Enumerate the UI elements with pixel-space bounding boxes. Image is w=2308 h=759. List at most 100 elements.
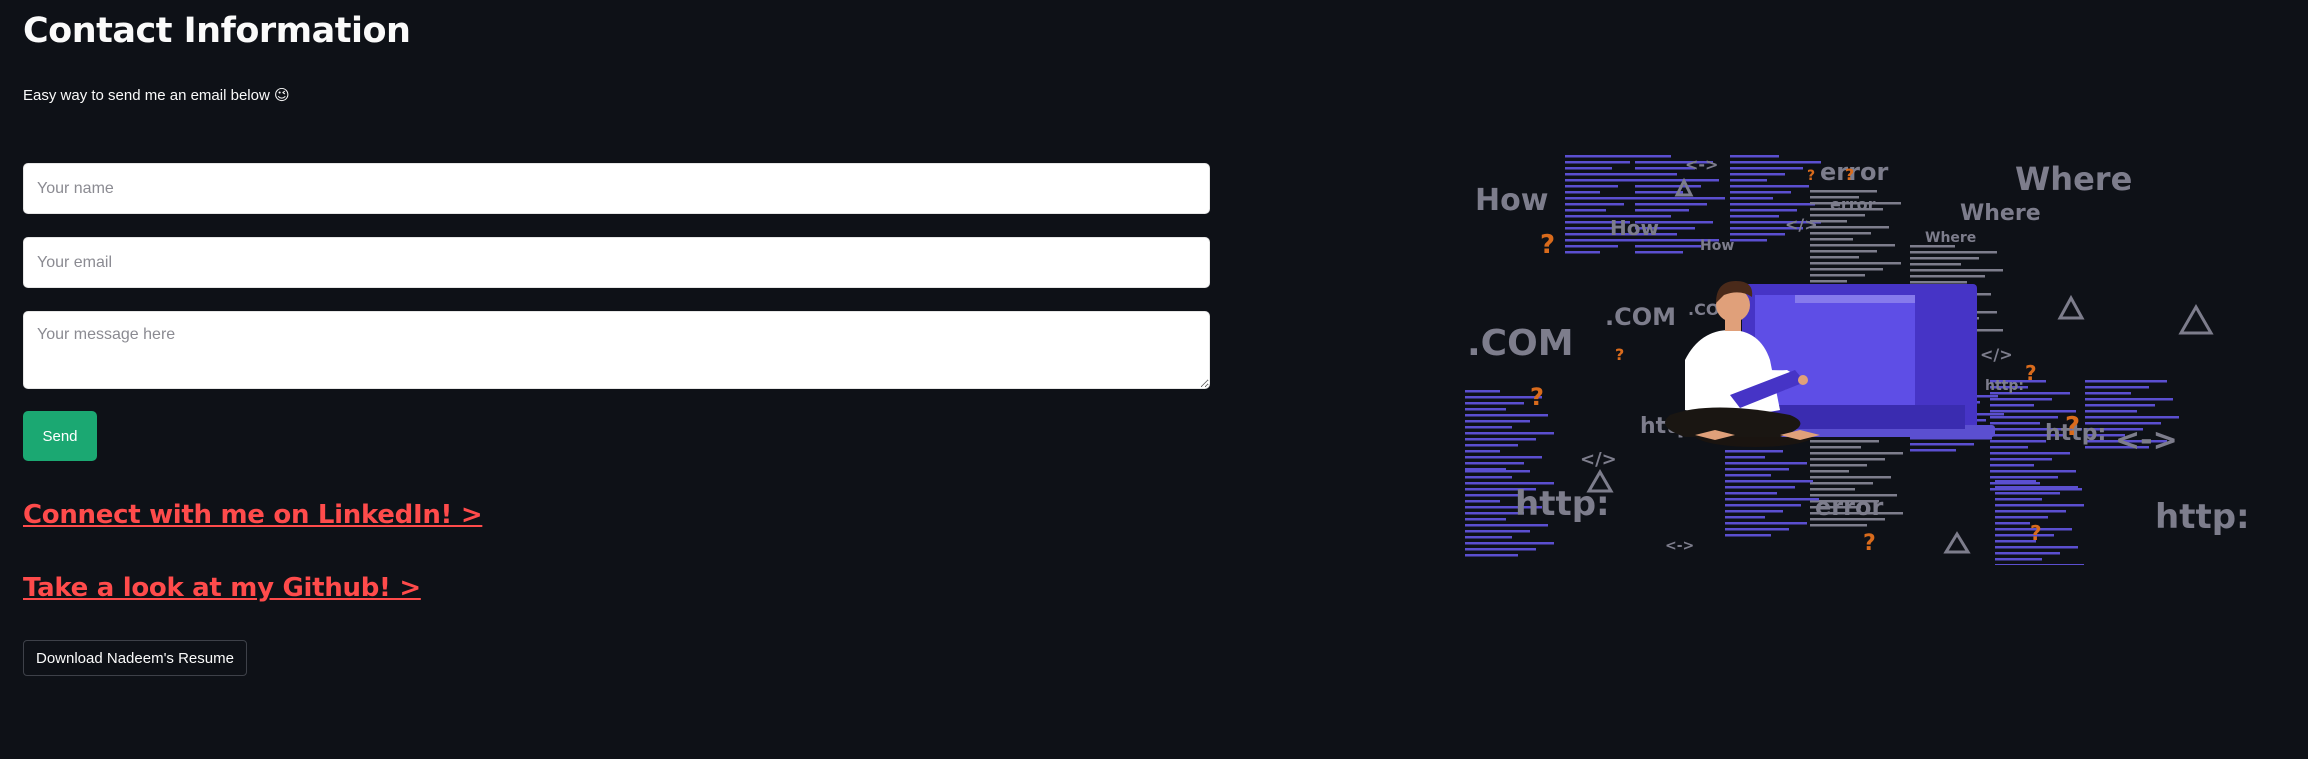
- code-line: [1990, 416, 2058, 419]
- code-line: [1995, 498, 2042, 501]
- code-line: [1635, 209, 1689, 212]
- code-line: [1910, 263, 1961, 266]
- code-line: [1995, 516, 2048, 519]
- illustration-word: .COM: [1467, 323, 1574, 364]
- code-line: [1725, 498, 1819, 501]
- code-line: [1990, 422, 2040, 425]
- code-line: [1810, 452, 1903, 455]
- download-resume-button[interactable]: Download Nadeem's Resume: [23, 640, 247, 676]
- code-line: [1725, 534, 1771, 537]
- message-textarea[interactable]: [23, 311, 1210, 389]
- code-line: [1725, 510, 1783, 513]
- illustration-word: ?: [1807, 168, 1815, 184]
- code-line: [1730, 173, 1785, 176]
- code-line: [1810, 250, 1877, 253]
- code-line: [1565, 185, 1618, 188]
- code-line: [1990, 464, 2034, 467]
- code-line: [1990, 470, 2076, 473]
- code-line: [1465, 438, 1536, 441]
- page-subtitle: Easy way to send me an email below 😉: [23, 87, 290, 104]
- code-line: [1725, 456, 1765, 459]
- code-line: [1465, 554, 1518, 557]
- code-line: [2085, 404, 2155, 407]
- code-line: [2085, 410, 2137, 413]
- code-line: [1635, 251, 1683, 254]
- code-line: [1910, 281, 1967, 284]
- code-line: [1810, 524, 1867, 527]
- code-line: [1810, 464, 1867, 467]
- illustration-word: </>: [1785, 215, 1818, 234]
- page-title: Contact Information: [23, 11, 411, 51]
- code-line: [1990, 446, 2028, 449]
- code-line: [1730, 233, 1785, 236]
- code-line: [1730, 161, 1821, 164]
- code-line: [1995, 480, 2036, 483]
- code-line: [1565, 161, 1630, 164]
- code-line: [1465, 426, 1512, 429]
- code-line: [1990, 452, 2070, 455]
- code-line: [1810, 476, 1891, 479]
- code-line: [1725, 462, 1807, 465]
- illustration-word: How: [1610, 216, 1659, 240]
- code-line: [1565, 197, 1642, 200]
- code-line: [1635, 203, 1707, 206]
- code-line: [1730, 191, 1791, 194]
- illustration-word: .COM: [1605, 303, 1676, 331]
- code-line: [1465, 518, 1506, 521]
- code-line: [1730, 197, 1773, 200]
- code-line: [1465, 542, 1554, 545]
- illustration-word: ?: [2030, 521, 2042, 545]
- illustration-word: Where: [1960, 201, 2041, 226]
- code-line: [1565, 209, 1606, 212]
- code-line: [1730, 179, 1767, 182]
- illustration-word: ?: [2025, 361, 2037, 385]
- code-line: [1725, 528, 1789, 531]
- code-line: [1990, 404, 2034, 407]
- code-line: [1465, 402, 1524, 405]
- code-line: [1810, 226, 1889, 229]
- developer-illustration: HowHowHowWhereWhereWhereerrorerrorerror.…: [1465, 155, 2250, 565]
- code-line: [1995, 510, 2066, 513]
- send-button[interactable]: Send: [23, 411, 97, 461]
- code-line: [1990, 440, 2046, 443]
- name-input[interactable]: [23, 163, 1210, 214]
- illustration-word: http:: [2155, 497, 2250, 537]
- illustration-word: </>: [1580, 449, 1617, 470]
- code-line: [1995, 504, 2084, 507]
- illustration-word: ?: [1530, 383, 1544, 411]
- code-line: [1725, 492, 1777, 495]
- code-line: [1910, 443, 1974, 446]
- code-line: [1730, 167, 1803, 170]
- code-line: [1995, 558, 2042, 561]
- code-line: [1910, 449, 1956, 452]
- code-line: [1725, 474, 1771, 477]
- code-line: [2085, 398, 2173, 401]
- code-line: [1810, 232, 1871, 235]
- code-line: [1725, 522, 1807, 525]
- code-line: [1810, 190, 1877, 193]
- illustration-word: error: [1830, 195, 1876, 214]
- code-line: [1635, 197, 1725, 200]
- code-line: [1810, 470, 1849, 473]
- email-input[interactable]: [23, 237, 1210, 288]
- code-line: [1995, 552, 2060, 555]
- linkedin-link[interactable]: Connect with me on LinkedIn! >: [23, 500, 483, 530]
- code-line: [1565, 245, 1618, 248]
- code-line: [1565, 167, 1612, 170]
- code-line: [2085, 386, 2149, 389]
- code-line: [1465, 494, 1518, 497]
- illustration-word: Where: [2015, 160, 2132, 198]
- code-line: [1465, 420, 1530, 423]
- code-line: [1810, 256, 1859, 259]
- code-line: [1465, 470, 1530, 473]
- illustration-word: ?: [1845, 165, 1854, 184]
- github-link[interactable]: Take a look at my Github! >: [23, 573, 421, 603]
- code-line: [1810, 280, 1847, 283]
- code-line: [1725, 468, 1789, 471]
- code-line: [1995, 564, 2084, 565]
- illustration-word: <->: [1685, 155, 1718, 174]
- illustration-word: ?: [2065, 412, 2080, 442]
- code-line: [1730, 215, 1779, 218]
- illustration-word: error: [1815, 493, 1883, 521]
- code-line: [1465, 444, 1518, 447]
